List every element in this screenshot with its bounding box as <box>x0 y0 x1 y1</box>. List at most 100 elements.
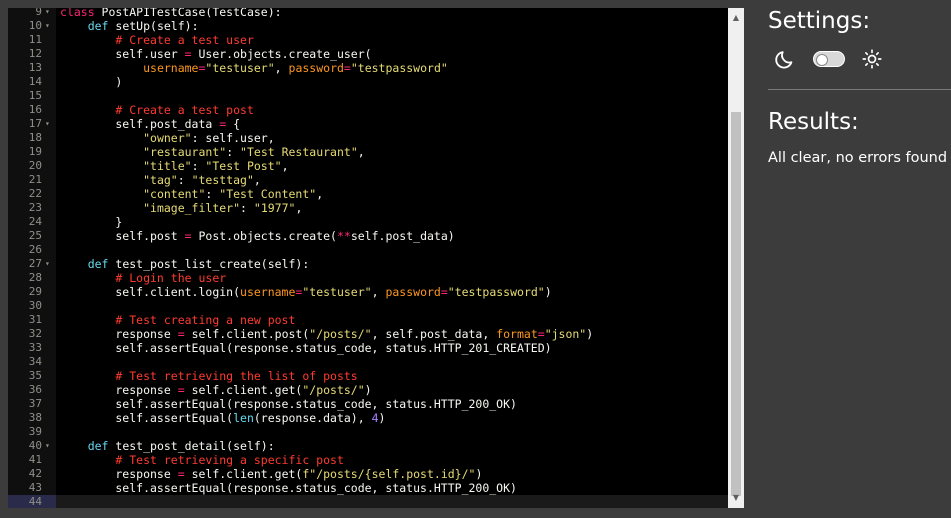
code-token: response <box>60 327 178 341</box>
moon-icon[interactable] <box>774 48 796 70</box>
code-token: response <box>60 383 178 397</box>
code-token: ) <box>60 75 123 89</box>
code-token: : <box>240 201 254 215</box>
code-token: password <box>288 61 344 75</box>
code-token: ) <box>586 327 594 341</box>
code-line[interactable]: 16 # Create a test post <box>8 103 728 117</box>
code-text: response = self.client.post("/posts/", s… <box>60 327 593 341</box>
code-line[interactable]: 36 response = self.client.get("/posts/") <box>8 383 728 397</box>
scroll-down-arrow-icon[interactable]: ▼ <box>728 490 744 506</box>
code-line[interactable]: 27 ▾ def test_post_list_create(self): <box>8 257 728 271</box>
code-line[interactable]: 13 username="testuser", password="testpa… <box>8 61 728 75</box>
code-token: : <box>177 173 192 187</box>
code-line[interactable]: 15 <box>8 89 728 103</box>
code-line[interactable]: 39 <box>8 425 728 439</box>
code-line[interactable]: 43 self.assertEqual(response.status_code… <box>8 481 728 495</box>
code-text: response = self.client.get(f"/posts/{sel… <box>60 467 482 481</box>
code-line[interactable]: 22 "content": "Test Content", <box>8 187 728 201</box>
code-line[interactable]: 9 ▾ class PostAPITestCase(TestCase): <box>8 8 728 19</box>
code-token: , <box>253 173 261 187</box>
code-token: self.client.get( <box>184 467 303 481</box>
line-number: 11 <box>28 33 42 46</box>
code-line[interactable]: 44 <box>8 495 728 508</box>
code-line[interactable]: 12 self.user = User.objects.create_user( <box>8 47 728 61</box>
scroll-up-arrow-icon[interactable]: ▲ <box>728 10 744 26</box>
line-number: 22 <box>28 187 42 200</box>
code-token: self.assertEqual(response.status_code, s… <box>60 341 552 355</box>
code-token: "Test Post" <box>205 159 282 173</box>
code-line[interactable]: 29 self.client.login(username = "testuser"… <box>8 285 728 299</box>
code-line[interactable]: 10 ▾ def setUp(self): <box>8 19 728 33</box>
code-token: Post.objects.create( <box>191 229 337 243</box>
code-line[interactable]: 34 <box>8 355 728 369</box>
code-token: def <box>87 257 116 271</box>
code-line[interactable]: 41 # Test retrieving a specific post <box>8 453 728 467</box>
code-line[interactable]: 33 self.assertEqual(response.status_code… <box>8 341 728 355</box>
code-token: "testpassword" <box>350 61 448 75</box>
code-line[interactable]: 42 response = self.client.get(f"/posts/{… <box>8 467 728 481</box>
code-line[interactable]: 23 "image_filter": "1977", <box>8 201 728 215</box>
line-number: 36 <box>28 383 42 396</box>
code-token: self.client.login( <box>60 285 241 299</box>
code-line[interactable]: 11 # Create a test user <box>8 33 728 47</box>
code-text: "owner": self.user, <box>60 131 275 145</box>
editor-scrollbar[interactable]: ▲ ▼ <box>728 8 744 508</box>
line-number: 24 <box>28 215 42 228</box>
line-number: 42 <box>28 467 42 480</box>
code-line[interactable]: 30 <box>8 299 728 313</box>
code-line[interactable]: 26 <box>8 243 728 257</box>
code-line[interactable]: 35 # Test retrieving the list of posts <box>8 369 728 383</box>
code-line[interactable]: 21 "tag": "testtag", <box>8 173 728 187</box>
fold-arrow-icon[interactable]: ▾ <box>45 8 50 19</box>
sun-icon[interactable] <box>862 49 882 69</box>
fold-arrow-icon[interactable]: ▾ <box>45 19 50 33</box>
code-line[interactable]: 37 self.assertEqual(response.status_code… <box>8 397 728 411</box>
code-token: : <box>191 159 206 173</box>
code-line[interactable]: 28 # Login the user <box>8 271 728 285</box>
code-token: : <box>205 187 220 201</box>
code-area[interactable]: 9 ▾ class PostAPITestCase(TestCase): 10 ▾ de… <box>8 8 728 508</box>
code-line[interactable]: 32 response = self.client.post("/posts/"… <box>8 327 728 341</box>
code-token: "/posts/" <box>302 383 365 397</box>
line-number: 29 <box>28 285 42 298</box>
line-number: 19 <box>28 145 42 158</box>
fold-arrow-icon[interactable]: ▾ <box>45 257 50 271</box>
line-number: 33 <box>28 341 42 354</box>
code-token: , <box>295 201 303 215</box>
theme-toggle[interactable] <box>813 51 845 67</box>
code-text: "restaurant": "Test Restaurant", <box>60 145 365 159</box>
code-line[interactable]: 17 ▾ self.post_data = { <box>8 117 728 131</box>
code-token: = <box>184 47 192 61</box>
code-line[interactable]: 20 "title": "Test Post", <box>8 159 728 173</box>
fold-arrow-icon[interactable]: ▾ <box>45 439 50 453</box>
line-number: 38 <box>28 411 42 424</box>
code-line[interactable]: 18 "owner": self.user, <box>8 131 728 145</box>
code-token: len <box>233 411 254 425</box>
scrollbar-thumb[interactable] <box>731 112 741 496</box>
code-token: def <box>87 439 116 453</box>
code-token: , <box>281 159 289 173</box>
line-number: 31 <box>28 313 42 326</box>
code-line[interactable]: 14 ) <box>8 75 728 89</box>
code-text: class PostAPITestCase(TestCase): <box>60 8 282 19</box>
side-panel: Settings: Results: All clear, no errors … <box>744 0 951 518</box>
line-number: 10 <box>28 19 42 32</box>
results-heading: Results: <box>768 109 859 135</box>
code-line[interactable]: 24 } <box>8 215 728 229</box>
code-line[interactable]: 19 "restaurant": "Test Restaurant", <box>8 145 728 159</box>
line-number: 27 <box>28 257 42 270</box>
code-editor[interactable]: 9 ▾ class PostAPITestCase(TestCase): 10 ▾ de… <box>8 8 728 508</box>
code-line[interactable]: 31 # Test creating a new post <box>8 313 728 327</box>
code-line[interactable]: 40 ▾ def test_post_detail(self): <box>8 439 728 453</box>
code-line[interactable]: 25 self.post = Post.objects.create(**sel… <box>8 229 728 243</box>
code-text: def setUp(self): <box>60 19 199 33</box>
fold-arrow-icon[interactable]: ▾ <box>45 117 50 131</box>
code-token: setUp(self): <box>115 19 199 33</box>
code-line[interactable]: 38 self.assertEqual(len(response.data), … <box>8 411 728 425</box>
code-text: # Test creating a new post <box>60 313 295 327</box>
